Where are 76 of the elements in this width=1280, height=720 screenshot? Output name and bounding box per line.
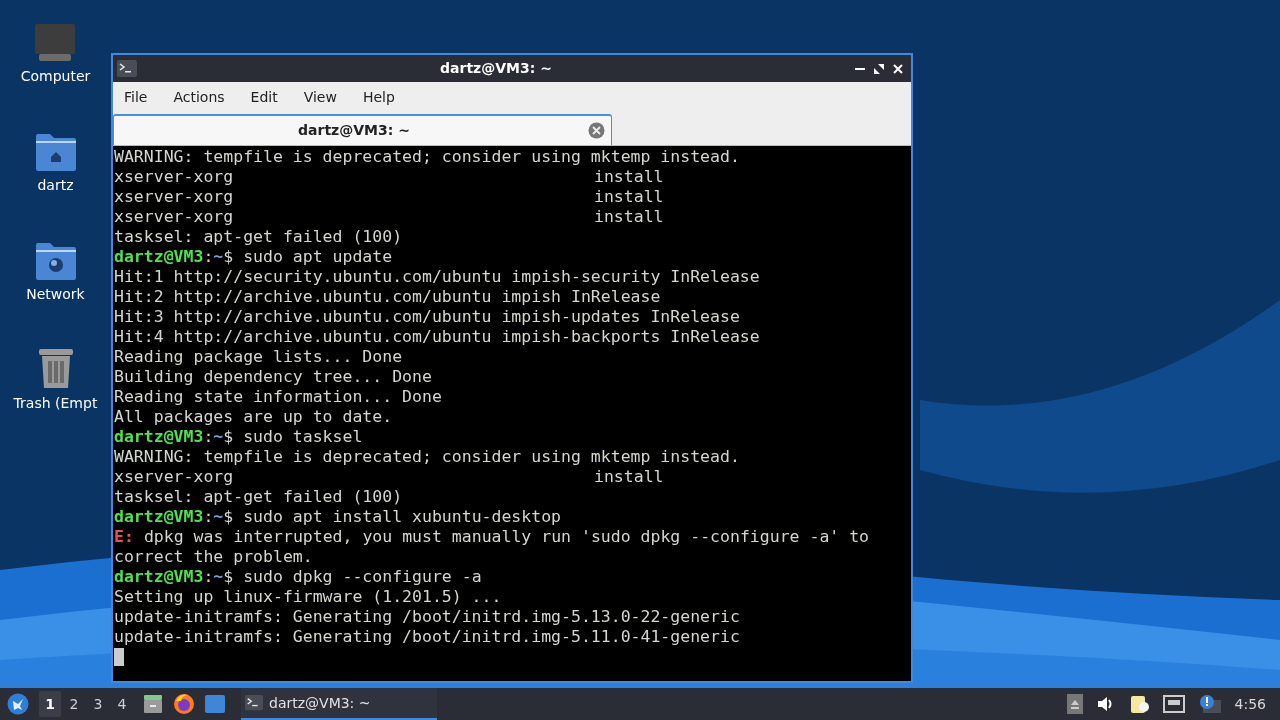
file-cabinet-icon[interactable] — [143, 694, 163, 714]
terminal-text: xserver-xorg — [114, 467, 235, 487]
workspace-button[interactable]: 2 — [63, 691, 85, 717]
notification-icon[interactable] — [1198, 694, 1221, 714]
maximize-icon[interactable] — [874, 63, 884, 74]
prompt-separator: : — [203, 567, 214, 587]
terminal-icon — [117, 60, 137, 77]
clock[interactable]: 4:56 — [1234, 693, 1266, 715]
terminal-text: xserver-xorg — [114, 167, 235, 187]
prompt-path: ~ — [213, 507, 224, 527]
prompt-separator: : — [203, 247, 214, 267]
terminal-line: correct the problem. — [114, 547, 314, 567]
prompt-user: dartz@VM3 — [114, 567, 204, 587]
terminal-tab[interactable]: dartz@VM3: ~ — [113, 114, 612, 145]
prompt-command: $ sudo tasksel — [223, 427, 363, 447]
terminal-line: Reading state information... Done — [114, 387, 443, 407]
text-cursor — [114, 648, 124, 666]
network-wired-icon[interactable] — [1162, 695, 1185, 713]
prompt-command: $ sudo dpkg --configure -a — [223, 567, 482, 587]
terminal-line: tasksel: apt-get failed (100) — [114, 227, 404, 247]
clipboard-icon[interactable] — [1128, 694, 1149, 714]
prompt-command: $ sudo apt install xubuntu-desktop — [223, 507, 562, 527]
prompt-command: $ sudo apt update — [223, 247, 393, 267]
workspace-button[interactable]: 1 — [39, 691, 61, 717]
terminal-text: install — [594, 167, 664, 187]
workspace-button[interactable]: 3 — [87, 691, 109, 717]
terminal-line: Hit:3 http://archive.ubuntu.com/ubuntu impish-updates InRelease — [114, 307, 741, 327]
error-tag: E: — [114, 527, 134, 547]
terminal-text: xserver-xorg — [114, 207, 235, 227]
terminal-line: Hit:1 http://security.ubuntu.com/ubuntu impish-security InRelease — [114, 267, 761, 287]
terminal-line: update-initramfs: Generating /boot/initrd.img-5.13.0-22-generic — [114, 607, 741, 627]
terminal-text: xserver-xorg — [114, 187, 235, 207]
terminal-line: update-initramfs: Generating /boot/initrd.img-5.11.0-41-generic — [114, 627, 741, 647]
menu-item[interactable]: Actions — [172, 87, 226, 108]
terminal-line: Reading package lists... Done — [114, 347, 404, 367]
prompt-path: ~ — [213, 427, 224, 447]
prompt-path: ~ — [213, 247, 224, 267]
task-button[interactable]: dartz@VM3: ~ — [241, 688, 437, 720]
monitor-icon — [34, 24, 77, 62]
network-folder-icon — [34, 242, 77, 280]
desktop-icon-label[interactable]: dartz — [37, 175, 74, 196]
tab-title: dartz@VM3: ~ — [297, 121, 411, 140]
terminal-text: install — [594, 187, 664, 207]
menu-item[interactable]: Help — [361, 87, 396, 108]
prompt-separator: : — [203, 427, 214, 447]
terminal-line: tasksel: apt-get failed (100) — [114, 487, 404, 507]
terminal-text: install — [594, 467, 664, 487]
workspace-button[interactable]: 4 — [111, 691, 133, 717]
prompt-path: ~ — [213, 567, 224, 587]
prompt-user: dartz@VM3 — [114, 247, 204, 267]
terminal-icon — [245, 695, 263, 711]
menu-item[interactable]: Edit — [249, 87, 279, 108]
terminal-line: Building dependency tree... Done — [114, 367, 433, 387]
trash-icon — [36, 347, 75, 389]
terminal-line: All packages are up to date. — [114, 407, 394, 427]
prompt-separator: : — [203, 507, 214, 527]
prompt-user: dartz@VM3 — [114, 427, 204, 447]
terminal-line: WARNING: tempfile is deprecated; consider using mktemp instead. — [114, 447, 741, 467]
terminal-line: Hit:4 http://archive.ubuntu.com/ubuntu impish-backports InRelease — [114, 327, 761, 347]
prompt-user: dartz@VM3 — [114, 507, 204, 527]
terminal-line: dpkg was interrupted, you must manually run 'sudo dpkg --configure -a' to — [143, 527, 870, 547]
menu-item[interactable]: File — [123, 87, 149, 108]
desktop-icon-label[interactable]: Trash (Empt — [13, 393, 98, 414]
browser-icon[interactable] — [173, 693, 195, 715]
close-icon[interactable] — [893, 63, 903, 74]
desktop-icon-label[interactable]: Network — [26, 284, 85, 305]
terminal-text: install — [594, 207, 664, 227]
desktop-icon-label[interactable]: Computer — [20, 66, 91, 87]
window-title: dartz@VM3: ~ — [439, 59, 553, 78]
terminal-line: WARNING: tempfile is deprecated; consider using mktemp instead. — [114, 147, 741, 167]
home-folder-icon — [34, 133, 77, 171]
terminal-line: Hit:2 http://archive.ubuntu.com/ubuntu impish InRelease — [114, 287, 662, 307]
terminal-line: Setting up linux-firmware (1.201.5) ... — [114, 587, 503, 607]
app-menu-icon[interactable] — [7, 693, 29, 715]
menu-item[interactable]: View — [302, 87, 338, 108]
eject-icon[interactable] — [1066, 694, 1083, 714]
